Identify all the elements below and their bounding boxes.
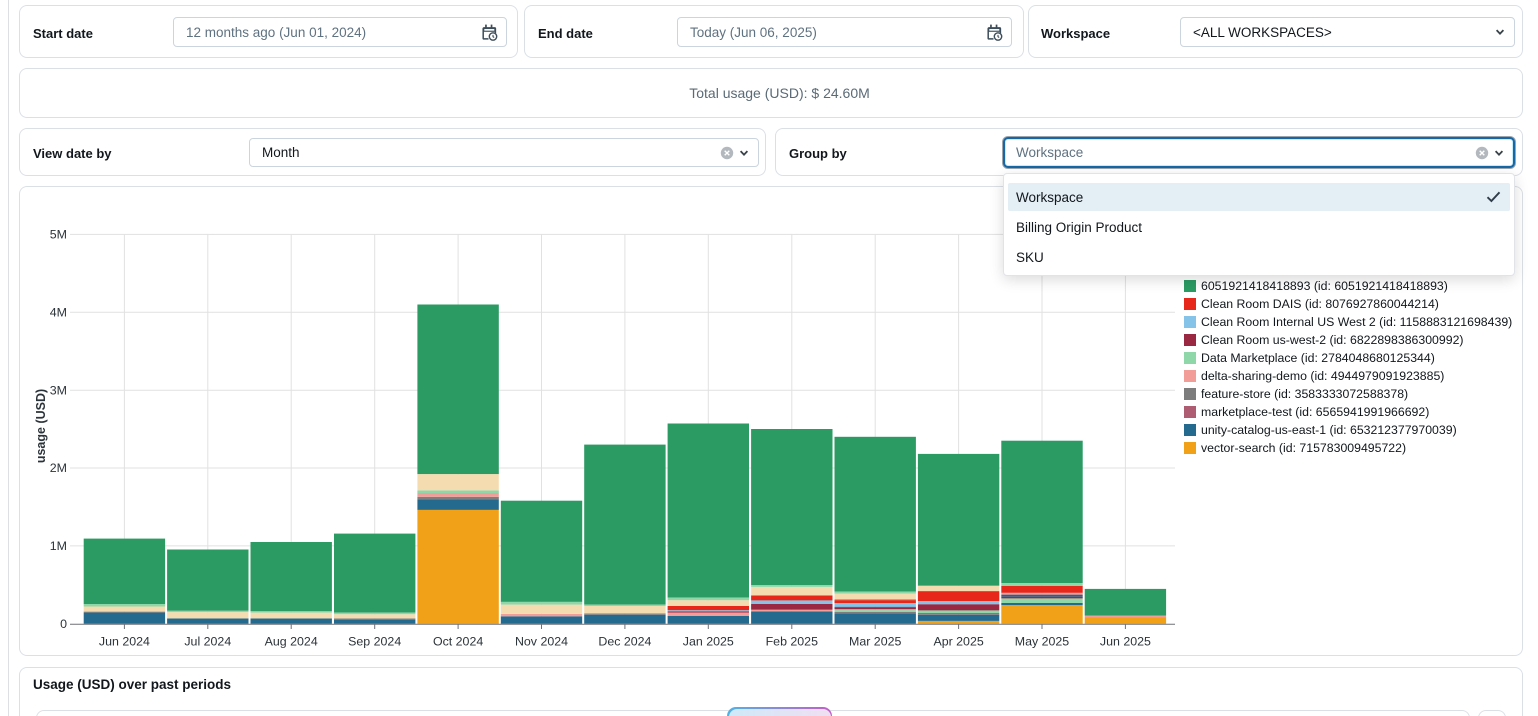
svg-text:4M: 4M: [50, 306, 67, 320]
svg-text:5M: 5M: [50, 228, 67, 242]
svg-text:2M: 2M: [50, 461, 67, 475]
svg-text:0: 0: [60, 617, 67, 631]
svg-text:Jun 2024: Jun 2024: [99, 635, 150, 649]
svg-text:Mar 2025: Mar 2025: [849, 635, 901, 649]
svg-text:May 2025: May 2025: [1015, 635, 1070, 649]
svg-text:Apr 2025: Apr 2025: [933, 635, 983, 649]
svg-text:usage (USD): usage (USD): [34, 389, 48, 463]
svg-text:Jul 2024: Jul 2024: [184, 635, 231, 649]
svg-text:Feb 2025: Feb 2025: [766, 635, 818, 649]
svg-text:Aug 2024: Aug 2024: [265, 635, 318, 649]
svg-text:Sep 2024: Sep 2024: [348, 635, 401, 649]
svg-text:Jun 2025: Jun 2025: [1100, 635, 1151, 649]
svg-text:3M: 3M: [50, 383, 67, 397]
svg-text:Oct 2024: Oct 2024: [433, 635, 483, 649]
svg-text:Nov 2024: Nov 2024: [515, 635, 568, 649]
svg-text:Jan 2025: Jan 2025: [683, 635, 734, 649]
svg-text:Dec 2024: Dec 2024: [598, 635, 651, 649]
svg-text:1M: 1M: [50, 539, 67, 553]
